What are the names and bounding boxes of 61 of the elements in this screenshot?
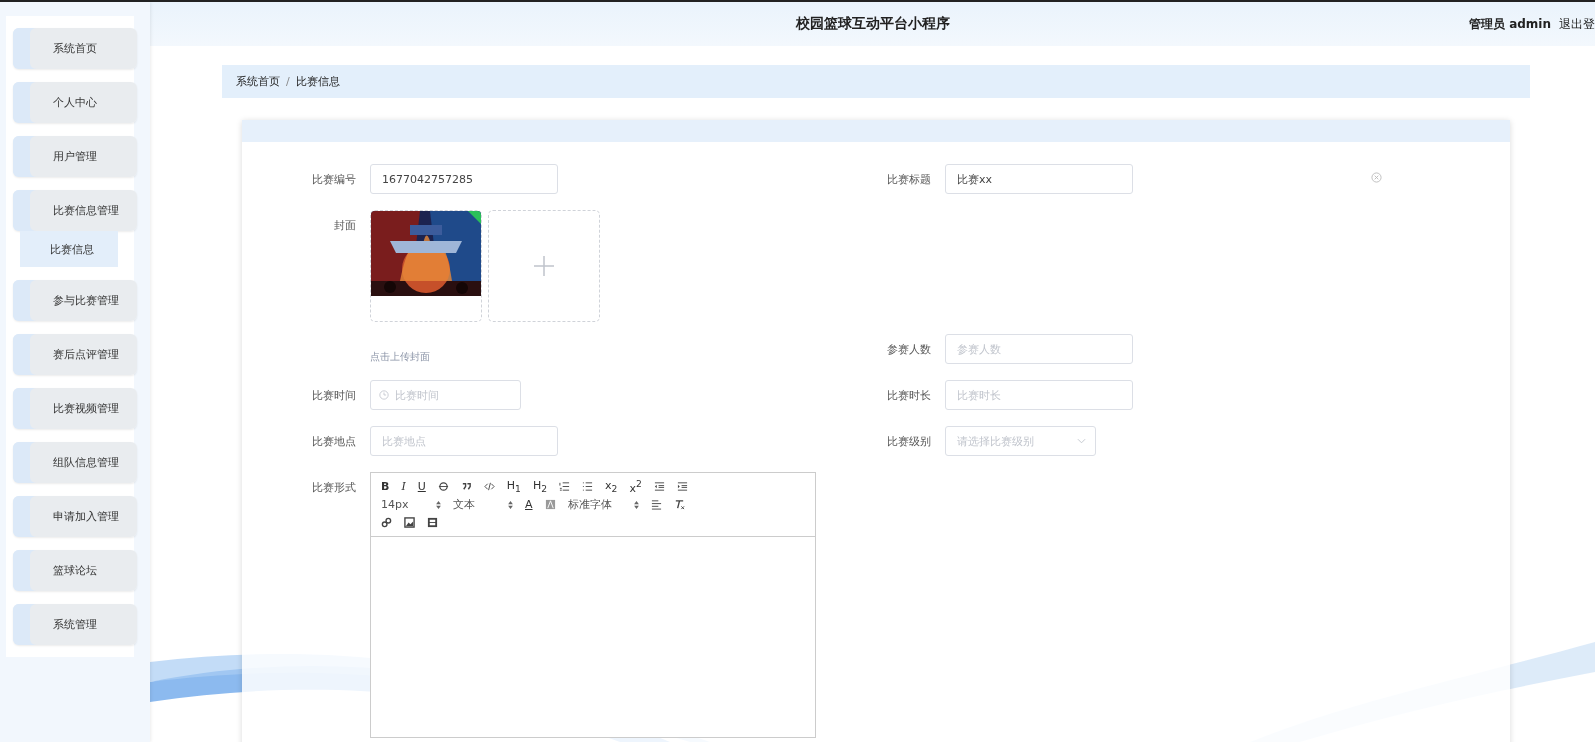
toolbar-button[interactable]: x$^{2}$	[629, 479, 642, 494]
toolbar-select[interactable]: 标准字体	[567, 497, 639, 512]
sidebar-item[interactable]: 申请加入管理	[13, 496, 137, 537]
sort-arrows-icon	[436, 500, 441, 509]
app-title: 校园篮球互动平台小程序	[795, 15, 950, 33]
toolbar-button[interactable]: x$_{2}$	[605, 479, 618, 494]
input-field[interactable]: 比赛xx	[945, 164, 1133, 194]
link-icon[interactable]	[381, 517, 392, 528]
chevron-down-icon	[1077, 438, 1086, 444]
sidebar-item[interactable]: 篮球论坛	[13, 550, 137, 591]
input-field[interactable]: 1677042757285	[370, 164, 558, 194]
clock-icon	[379, 390, 389, 400]
sidebar-item[interactable]: 比赛信息管理	[13, 190, 137, 231]
sidebar-item[interactable]: 比赛视频管理	[13, 388, 137, 429]
breadcrumb-separator: /	[286, 75, 290, 88]
toolbar-button[interactable]: H$_{2}$	[532, 479, 548, 494]
toolbar-select[interactable]: 文本	[453, 497, 513, 512]
field-label: 参赛人数	[886, 341, 931, 357]
sort-arrows-icon	[633, 500, 639, 509]
image-icon[interactable]	[404, 517, 415, 528]
toolbar-button[interactable]: I	[401, 481, 406, 492]
strikethrough-icon[interactable]	[437, 481, 449, 492]
sidebar-item[interactable]: 个人中心	[13, 82, 137, 123]
toolbar-button[interactable]: U	[417, 481, 426, 492]
sort-arrows-icon	[508, 500, 513, 509]
field-label: 封面	[333, 218, 356, 233]
numbered-list-icon[interactable]	[559, 481, 571, 492]
toolbar-button[interactable]: B	[381, 481, 390, 492]
user-label: 管理员 admin	[1468, 16, 1551, 33]
breadcrumb-item[interactable]: 比赛信息	[295, 74, 340, 89]
video-icon[interactable]	[427, 517, 438, 528]
quote-icon[interactable]	[460, 481, 472, 492]
plus-icon	[532, 254, 556, 278]
align-icon[interactable]	[650, 499, 662, 510]
image-thumbnail[interactable]	[370, 210, 482, 322]
text-color-button[interactable]: A	[525, 499, 533, 510]
field-label: 比赛时长	[886, 387, 931, 403]
sidebar-item[interactable]: 系统首页	[13, 28, 137, 69]
sidebar-subitem[interactable]: 比赛信息	[20, 231, 118, 267]
sidebar-item[interactable]: 参与比赛管理	[13, 280, 137, 321]
field-label: 比赛时间	[311, 387, 356, 403]
code-icon[interactable]	[483, 481, 495, 492]
breadcrumb-item[interactable]: 系统首页	[236, 74, 280, 89]
sidebar-item[interactable]: 用户管理	[13, 136, 137, 177]
clear-format-icon[interactable]	[673, 499, 685, 510]
field-label: 比赛级别	[886, 433, 931, 449]
field-label: 比赛地点	[311, 433, 356, 449]
sidebar-item[interactable]: 组队信息管理	[13, 442, 137, 483]
field-label: 比赛标题	[886, 171, 931, 187]
indent-icon[interactable]	[676, 481, 688, 492]
logout-link[interactable]: 退出登	[1559, 16, 1595, 33]
toolbar-button[interactable]: H$_{1}$	[506, 479, 521, 494]
highlight-icon[interactable]	[544, 499, 556, 510]
sidebar-item[interactable]: 赛后点评管理	[13, 334, 137, 375]
upload-hint: 点击上传封面	[370, 350, 431, 364]
field-label: 比赛编号	[311, 171, 356, 187]
field-label: 比赛形式	[311, 480, 356, 495]
bullet-list-icon[interactable]	[582, 481, 594, 492]
outdent-icon[interactable]	[653, 481, 665, 492]
toolbar-select[interactable]: 14px	[381, 498, 441, 511]
sidebar-item[interactable]: 系统管理	[13, 604, 137, 645]
